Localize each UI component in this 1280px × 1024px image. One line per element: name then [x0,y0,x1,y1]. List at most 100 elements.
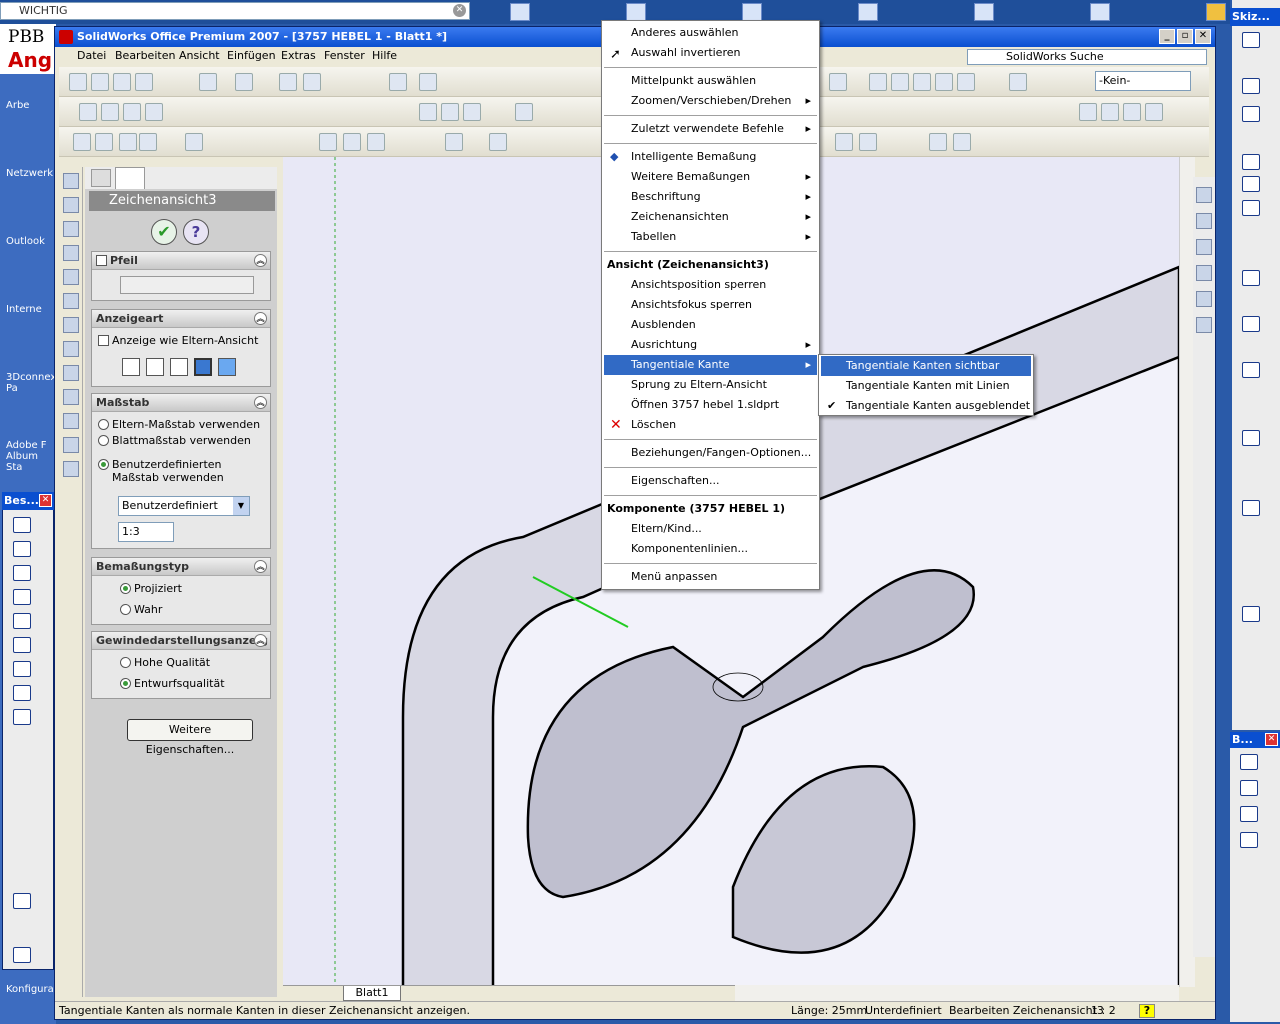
circle-icon[interactable] [1242,176,1260,192]
tool-icon[interactable] [63,221,79,237]
dimension-icon[interactable] [13,565,31,581]
filter-vertices-icon[interactable] [445,133,463,151]
tool-icon[interactable] [63,341,79,357]
stop-icon[interactable] [101,103,119,121]
tool-icon[interactable] [63,365,79,381]
radio-blattmassstab[interactable]: Blattmaßstab verwenden [98,434,251,447]
note-icon[interactable] [13,589,31,605]
tool-icon[interactable] [63,389,79,405]
collapse-icon[interactable]: ︽ [254,634,267,647]
radio-entwurfsqualitaet[interactable]: Entwurfsqualität [120,677,225,690]
menu-zeichenansichten[interactable]: Zeichenansichten ▸ [604,207,817,227]
menu-beschriftung[interactable]: Beschriftung ▸ [604,187,817,207]
menu-einfuegen[interactable]: Einfügen [227,49,276,62]
collapse-icon[interactable]: ︽ [254,560,267,573]
layer-icon[interactable] [1079,103,1097,121]
menu-loeschen[interactable]: ✕ Löschen [604,415,817,435]
line-icon[interactable] [441,103,459,121]
sketch-icon[interactable] [419,103,437,121]
desktop-icon-label[interactable]: 3Dconnex Pa [6,372,56,394]
help-icon[interactable]: ? [1139,1004,1155,1018]
options-icon[interactable] [389,73,407,91]
view-front-icon[interactable] [869,73,887,91]
sketch-tool-icon[interactable] [1242,78,1260,94]
more-properties-button[interactable]: Weitere Eigenschaften... [127,719,253,756]
pattern-icon[interactable] [1242,430,1260,446]
close-icon[interactable]: ✕ [1265,733,1278,746]
menu-ansichtsposition[interactable]: Ansichtsposition sperren [604,275,817,295]
tool-icon[interactable] [63,317,79,333]
tool-icon[interactable] [63,461,79,477]
config-select[interactable]: -Kein- [1095,71,1191,91]
relation-icon[interactable] [1242,606,1260,622]
taskbar-icon[interactable] [510,3,530,21]
menu-oeffnen[interactable]: Öffnen 3757 hebel 1.sldprt [604,395,817,415]
radio-hohe-qualitaet[interactable]: Hohe Qualität [120,656,210,669]
taskbar-icon[interactable] [974,3,994,21]
menu-tangentiale-kante[interactable]: Tangentiale Kante ▸ [604,355,817,375]
desktop-icon-label[interactable]: Interne [6,304,42,315]
tool-icon[interactable] [63,413,79,429]
group-header[interactable]: Bemaßungstyp ︽ [92,558,270,576]
line-icon[interactable] [1242,316,1260,332]
ok-button[interactable]: ✔ [151,219,177,245]
hidden-visible-icon[interactable] [146,358,164,376]
desktop-icon-label[interactable]: Outlook [6,236,45,247]
tab-property-manager[interactable] [115,167,145,189]
help-icon[interactable] [419,73,437,91]
view-top-icon[interactable] [891,73,909,91]
close-button[interactable]: ✕ [1195,29,1211,44]
wireframe-icon[interactable] [122,358,140,376]
library-icon[interactable] [1196,213,1212,229]
menu-tabellen[interactable]: Tabellen ▸ [604,227,817,247]
line-icon[interactable] [1242,106,1260,122]
spline-icon[interactable] [1242,362,1260,378]
menu-weitere-bemassungen[interactable]: Weitere Bemaßungen ▸ [604,167,817,187]
arc-icon[interactable] [1242,200,1260,216]
point-icon[interactable] [515,103,533,121]
minimize-button[interactable]: _ [1159,29,1175,44]
menu-ansichtsfokus[interactable]: Ansichtsfokus sperren [604,295,817,315]
pfeil-label-input[interactable] [120,276,254,294]
weld-symbol-icon[interactable] [13,685,31,701]
spelling-icon[interactable] [13,613,31,629]
menu-hilfe[interactable]: Hilfe [372,49,397,62]
filter-faces-icon[interactable] [343,133,361,151]
menu-mittelpunkt[interactable]: Mittelpunkt auswählen [604,71,817,91]
annotation-toolbar-left-title[interactable]: Bes... ✕ [2,492,54,510]
tab-blatt1[interactable]: Blatt1 [343,986,401,1001]
taskbar-icon[interactable] [742,3,762,21]
desktop-icon-label[interactable]: Arbe [6,100,29,111]
collapse-icon[interactable]: ︽ [254,254,267,267]
rebuild-icon[interactable] [303,73,321,91]
group-header[interactable]: Gewindedarstellungsanzeig ︽ [92,632,270,650]
line-thickness-icon[interactable] [1123,103,1141,121]
record-icon[interactable] [145,103,163,121]
balloon-icon[interactable] [13,637,31,653]
line-format-icon[interactable] [1101,103,1119,121]
menu-beziehungen[interactable]: Beziehungen/Fangen-Optionen... [604,443,817,463]
group-header[interactable]: Maßstab ︽ [92,394,270,412]
folder-icon[interactable] [1196,317,1212,333]
scale-value-input[interactable]: 1:3 [118,522,174,542]
shaded-edges-icon[interactable] [194,358,212,376]
dimension-icon[interactable] [1240,754,1258,770]
help-button[interactable]: ? [183,219,209,245]
collapse-icon[interactable]: ︽ [254,396,267,409]
note-icon[interactable] [139,133,157,151]
shaded-icon[interactable] [218,358,236,376]
filter-datum-icon[interactable] [929,133,947,151]
maximize-button[interactable]: ▫ [1177,29,1193,44]
close-icon[interactable]: ✕ [453,4,466,17]
group-header[interactable]: Pfeil ︽ [92,252,270,270]
dimension-icon[interactable] [1240,832,1258,848]
submenu-kanten-sichtbar[interactable]: Tangentiale Kanten sichtbar [821,356,1031,376]
save-icon[interactable] [113,73,131,91]
menu-eltern-kind[interactable]: Eltern/Kind... [604,519,817,539]
table-icon[interactable] [13,947,31,963]
filter-sketch-icon[interactable] [489,133,507,151]
new-icon[interactable] [69,73,87,91]
desktop-icon-label[interactable]: Konfigura [6,984,54,995]
appearance-icon[interactable] [1196,291,1212,307]
menu-anpassen[interactable]: Menü anpassen [604,567,817,587]
